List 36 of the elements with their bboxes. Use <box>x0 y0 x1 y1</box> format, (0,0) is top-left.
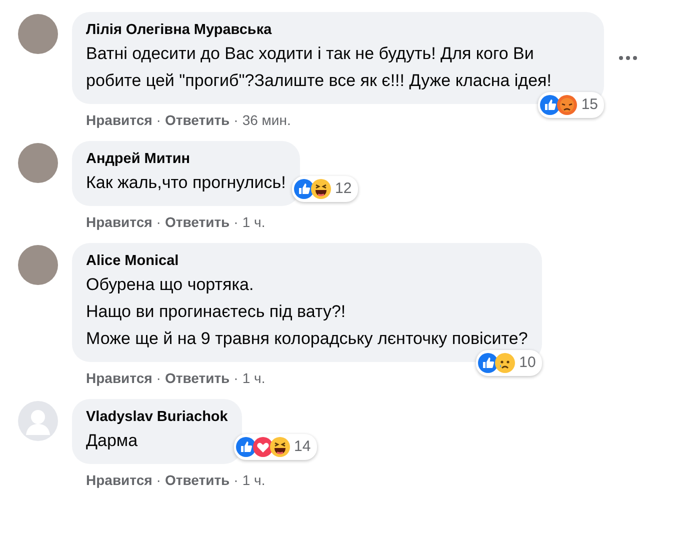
reaction-count-badge[interactable]: 10 <box>476 350 542 376</box>
reply-link[interactable]: Ответить <box>164 370 230 386</box>
like-link[interactable]: Нравится <box>86 112 152 128</box>
reaction-count-badge[interactable]: 15 <box>538 92 604 118</box>
comment-time[interactable]: 1 ч. <box>242 472 266 488</box>
like-link[interactable]: Нравится <box>86 214 152 230</box>
more-options-icon[interactable] <box>618 55 638 61</box>
like-link[interactable]: Нравится <box>86 472 152 488</box>
comment-text: Обурена що чортяка. Нащо ви прогинаєтесь під вату?! Може ще й на 9 травня колорадську лєнточку повісите? <box>86 274 528 350</box>
comment-text: Как жаль,что прогнулись! <box>86 172 286 194</box>
reaction-count-badge[interactable]: 14 <box>234 434 317 460</box>
avatar-photo-placeholder[interactable] <box>18 143 58 183</box>
reply-link[interactable]: Ответить <box>164 214 230 230</box>
comment-time[interactable]: 1 ч. <box>242 370 266 386</box>
like-link[interactable]: Нравится <box>86 370 152 386</box>
reply-link[interactable]: Ответить <box>164 112 230 128</box>
avatar-photo-placeholder[interactable] <box>18 245 58 285</box>
comment-time[interactable]: 36 мин. <box>242 112 291 128</box>
author-name[interactable]: Alice Monical <box>86 251 528 271</box>
separator-dot: · <box>156 472 161 488</box>
separator-dot: · <box>156 214 161 230</box>
separator-dot: · <box>234 472 238 488</box>
separator-dot: · <box>156 112 161 128</box>
reaction-count-badge[interactable]: 12 <box>292 176 358 202</box>
separator-dot: · <box>234 214 238 230</box>
separator-dot: · <box>156 370 161 386</box>
author-name[interactable]: Андрей Митин <box>86 149 286 169</box>
comment-text: Дарма <box>86 430 139 452</box>
separator-dot: · <box>234 112 238 128</box>
comment-time[interactable]: 1 ч. <box>242 214 266 230</box>
reply-link[interactable]: Ответить <box>164 472 230 488</box>
avatar-photo-placeholder[interactable] <box>18 14 58 54</box>
separator-dot: · <box>234 370 238 386</box>
author-name[interactable]: Лілія Олегівна Муравська <box>86 20 590 40</box>
author-name[interactable]: Vladyslav Buriachok <box>86 407 228 427</box>
comment-text: Ватні одесити до Вас ходити і так не будуть! Для кого Ви робите цей "прогиб"?Залиште все як є!!! Дуже класна ідея! <box>86 43 552 92</box>
